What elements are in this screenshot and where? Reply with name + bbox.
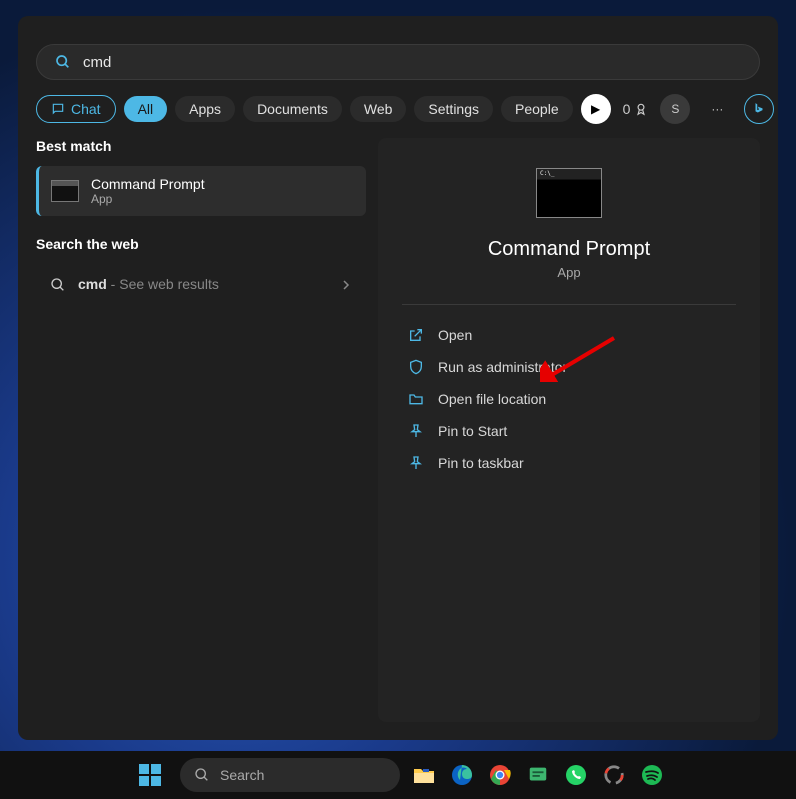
- action-pin-taskbar[interactable]: Pin to taskbar: [402, 447, 736, 479]
- search-bar[interactable]: [36, 44, 760, 80]
- search-web-label: Search the web: [36, 236, 366, 252]
- result-subtitle: App: [91, 192, 205, 206]
- filter-web[interactable]: Web: [350, 96, 407, 122]
- search-input[interactable]: [83, 54, 741, 71]
- preview-title: Command Prompt: [402, 238, 736, 261]
- shield-icon: [408, 359, 424, 375]
- preview-panel: Command Prompt App Open Run as administr…: [378, 138, 760, 722]
- web-search-item[interactable]: cmd - See web results: [36, 264, 366, 306]
- divider: [402, 304, 736, 305]
- action-open-location[interactable]: Open file location: [402, 383, 736, 415]
- taskbar-app-icon[interactable]: [600, 761, 628, 789]
- action-pin-start[interactable]: Pin to Start: [402, 415, 736, 447]
- filter-documents[interactable]: Documents: [243, 96, 342, 122]
- filter-people[interactable]: People: [501, 96, 573, 122]
- chevron-right-icon: [340, 279, 352, 291]
- taskbar-spotify-icon[interactable]: [638, 761, 666, 789]
- taskbar-chat-icon[interactable]: [524, 761, 552, 789]
- cmd-icon: [51, 180, 79, 202]
- taskbar-search-label: Search: [220, 767, 264, 783]
- start-button[interactable]: [130, 755, 170, 795]
- pin-icon: [408, 455, 424, 471]
- preview-subtitle: App: [402, 265, 736, 280]
- folder-icon: [408, 391, 424, 407]
- taskbar-edge-icon[interactable]: [448, 761, 476, 789]
- taskbar: Search: [0, 751, 796, 799]
- open-icon: [408, 327, 424, 343]
- filter-apps[interactable]: Apps: [175, 96, 235, 122]
- rewards-points[interactable]: 0: [623, 101, 649, 117]
- pin-icon: [408, 423, 424, 439]
- chat-label: Chat: [71, 101, 101, 117]
- taskbar-chrome-icon[interactable]: [486, 761, 514, 789]
- account-avatar[interactable]: S: [660, 94, 690, 124]
- desktop-background: Chat All Apps Documents Web Settings Peo…: [0, 0, 796, 799]
- taskbar-whatsapp-icon[interactable]: [562, 761, 590, 789]
- web-hint: - See web results: [107, 276, 219, 292]
- more-icon[interactable]: ···: [702, 94, 732, 124]
- filter-all[interactable]: All: [124, 96, 168, 122]
- windows-logo-icon: [139, 764, 161, 786]
- search-icon: [55, 54, 71, 70]
- filter-row: Chat All Apps Documents Web Settings Peo…: [18, 94, 778, 138]
- start-search-window: Chat All Apps Documents Web Settings Peo…: [18, 16, 778, 740]
- chat-icon: [51, 102, 65, 116]
- best-match-label: Best match: [36, 138, 366, 154]
- preview-app-icon: [536, 168, 602, 218]
- taskbar-search[interactable]: Search: [180, 758, 400, 792]
- chat-pill[interactable]: Chat: [36, 95, 116, 123]
- action-open[interactable]: Open: [402, 319, 736, 351]
- search-icon: [194, 767, 210, 783]
- result-command-prompt[interactable]: Command Prompt App: [36, 166, 366, 216]
- taskbar-explorer-icon[interactable]: [410, 761, 438, 789]
- medal-icon: [634, 102, 648, 116]
- overflow-more-icon[interactable]: ▶: [581, 94, 611, 124]
- filter-settings[interactable]: Settings: [414, 96, 493, 122]
- result-title: Command Prompt: [91, 176, 205, 192]
- search-icon: [50, 277, 66, 293]
- web-query: cmd: [78, 276, 107, 292]
- action-run-admin[interactable]: Run as administrator: [402, 351, 736, 383]
- results-left-column: Best match Command Prompt App Search the…: [36, 138, 366, 722]
- bing-icon[interactable]: [744, 94, 774, 124]
